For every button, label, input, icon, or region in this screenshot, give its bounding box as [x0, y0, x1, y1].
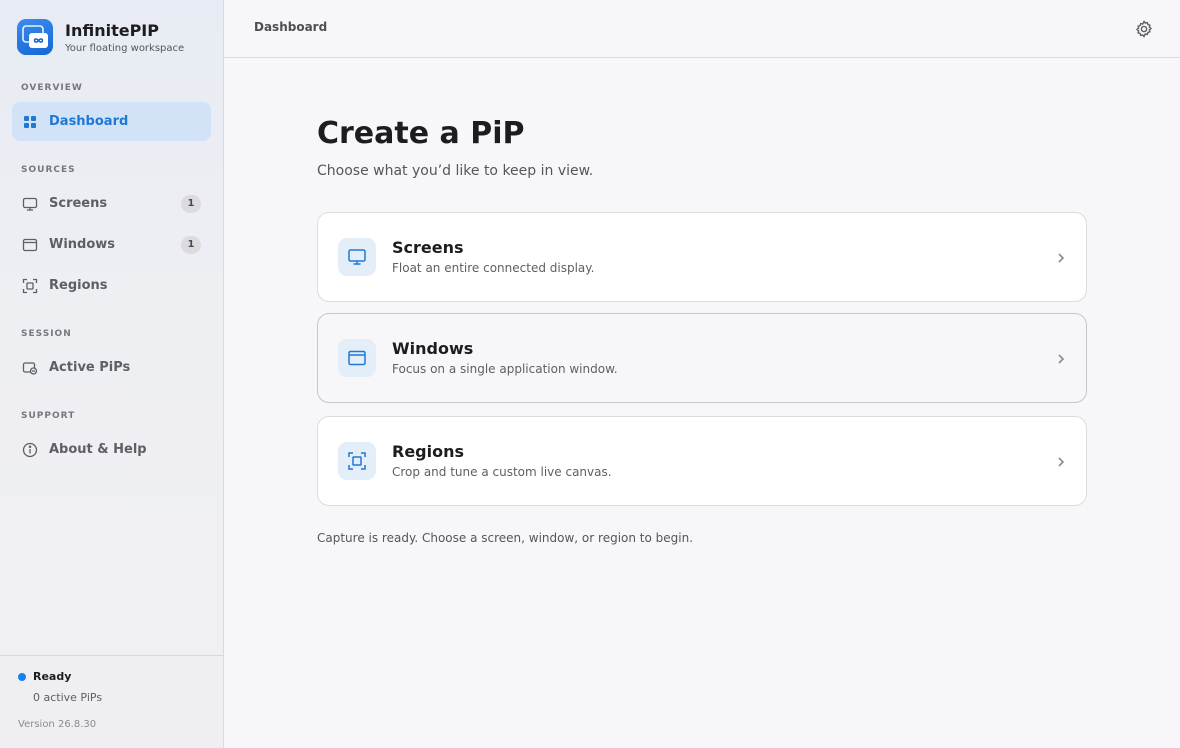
section-label-support: SUPPORT [21, 411, 76, 421]
chevron-right-icon [1056, 351, 1066, 367]
sidebar-item-label: About & Help [49, 442, 147, 457]
region-icon [338, 442, 376, 480]
app-tagline: Your floating workspace [65, 42, 185, 54]
info-icon [22, 442, 38, 458]
count-badge: 1 [181, 195, 201, 213]
sidebar-item-label: Windows [49, 237, 116, 252]
app-logo-icon [17, 19, 53, 55]
sidebar-item-label: Active PiPs [49, 360, 131, 375]
card-description: Focus on a single application window. [392, 362, 618, 376]
monitor-icon [338, 238, 376, 276]
card-title: Screens [392, 238, 464, 257]
main-content: Create a PiP Choose what you’d like to k… [224, 58, 1180, 748]
capture-status-message: Capture is ready. Choose a screen, windo… [317, 531, 694, 545]
sidebar-item-label: Regions [49, 278, 108, 293]
sidebar-item-regions[interactable]: Regions [12, 266, 211, 305]
section-label-sources: SOURCES [21, 165, 76, 175]
pip-icon [22, 360, 38, 376]
card-description: Crop and tune a custom live canvas. [392, 465, 612, 479]
app-name: InfinitePIP [65, 20, 159, 40]
active-pips-count: 0 active PiPs [33, 691, 103, 704]
window-icon [22, 237, 38, 253]
window-icon [338, 339, 376, 377]
brand: InfinitePIP Your floating workspace [17, 19, 184, 55]
card-description: Float an entire connected display. [392, 261, 595, 275]
section-label-session: SESSION [21, 329, 72, 339]
sidebar: InfinitePIP Your floating workspace OVER… [0, 0, 224, 748]
region-icon [22, 278, 38, 294]
sidebar-footer: Ready 0 active PiPs Version 26.8.30 [0, 655, 223, 748]
monitor-icon [22, 196, 38, 212]
card-title: Windows [392, 339, 474, 358]
breadcrumb: Dashboard [254, 20, 328, 34]
sidebar-item-label: Dashboard [49, 114, 129, 129]
section-label-overview: OVERVIEW [21, 83, 83, 93]
gear-icon[interactable] [1134, 19, 1154, 39]
sidebar-item-about-help[interactable]: About & Help [12, 430, 211, 469]
status-dot-icon [18, 672, 26, 681]
chevron-right-icon [1056, 454, 1066, 470]
sidebar-item-active-pips[interactable]: Active PiPs [12, 348, 211, 387]
topbar: Dashboard [224, 0, 1180, 58]
sidebar-item-windows[interactable]: Windows 1 [12, 225, 211, 264]
page-subtitle: Choose what you’d like to keep in view. [317, 163, 594, 179]
status-text: Ready [33, 670, 72, 683]
sidebar-item-screens[interactable]: Screens 1 [12, 184, 211, 223]
source-card-regions[interactable]: Regions Crop and tune a custom live canv… [317, 416, 1087, 506]
page-title: Create a PiP [317, 116, 525, 151]
source-card-windows[interactable]: Windows Focus on a single application wi… [317, 313, 1087, 403]
card-title: Regions [392, 442, 465, 461]
source-card-screens[interactable]: Screens Float an entire connected displa… [317, 212, 1087, 302]
chevron-right-icon [1056, 250, 1066, 266]
sidebar-item-label: Screens [49, 196, 108, 211]
count-badge: 1 [181, 236, 201, 254]
grid-icon [22, 114, 38, 130]
status-indicator: Ready [18, 670, 71, 683]
version-label: Version 26.8.30 [18, 719, 97, 730]
sidebar-item-dashboard[interactable]: Dashboard [12, 102, 211, 141]
